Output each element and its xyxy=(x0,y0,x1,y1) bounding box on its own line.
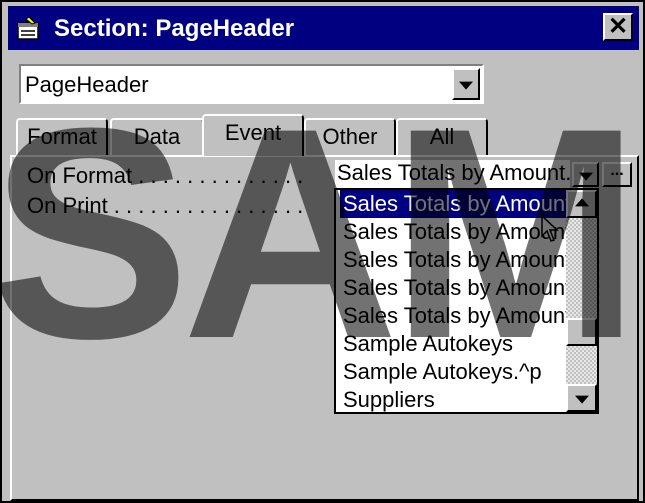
on-format-dropdown-button[interactable] xyxy=(572,162,599,187)
section-selector-value: PageHeader xyxy=(25,72,149,97)
list-item[interactable]: Sales Totals by Amount xyxy=(340,246,566,274)
builder-button[interactable]: ... xyxy=(602,162,632,187)
list-item[interactable]: Sample Autokeys xyxy=(340,330,566,358)
chevron-down-icon xyxy=(578,172,593,181)
tab-other-label: Other xyxy=(322,124,378,149)
on-format-field[interactable]: Sales Totals by Amount.Pa xyxy=(335,160,570,188)
window-title: Section: PageHeader xyxy=(54,15,295,42)
on-format-label: On Format . . . . . . . . . . . . . . xyxy=(27,163,304,188)
list-item[interactable]: Sales Totals by Amount xyxy=(340,302,566,330)
section-selector[interactable]: PageHeader xyxy=(19,64,484,104)
scrollbar-track[interactable] xyxy=(566,190,597,412)
list-item[interactable]: Sales Totals by Amount xyxy=(340,274,566,302)
scrollbar-thumb[interactable] xyxy=(566,318,597,346)
list-item[interactable]: Sales Totals by Amount xyxy=(340,218,566,246)
tab-all[interactable]: All xyxy=(396,118,488,156)
list-item[interactable]: Suppliers xyxy=(340,386,566,414)
properties-sheet-icon xyxy=(17,16,39,40)
chevron-up-icon xyxy=(574,198,589,207)
list-item[interactable]: Sales Totals by Amount xyxy=(340,190,566,218)
on-print-label: On Print . . . . . . . . . . . . . . . . xyxy=(27,193,304,218)
cursor-pointer-icon xyxy=(541,214,559,242)
tab-format[interactable]: Format xyxy=(16,118,108,156)
list-item[interactable]: Sample Autokeys.^p xyxy=(340,358,566,386)
tab-event-label: Event xyxy=(224,120,282,145)
chevron-down-icon xyxy=(574,395,589,404)
close-button[interactable]: ✕ xyxy=(603,13,633,41)
tab-other[interactable]: Other xyxy=(304,118,396,156)
tab-all-label: All xyxy=(429,124,455,149)
scroll-up-button[interactable] xyxy=(566,190,597,218)
tab-event[interactable]: Event xyxy=(202,114,304,156)
close-icon: ✕ xyxy=(607,13,629,40)
scroll-down-button[interactable] xyxy=(566,384,597,412)
chevron-down-icon xyxy=(459,81,473,90)
tab-data-label: Data xyxy=(133,124,181,149)
tab-data[interactable]: Data xyxy=(110,118,204,156)
tab-format-label: Format xyxy=(27,124,97,149)
section-selector-dropdown-button[interactable] xyxy=(452,68,480,100)
title-bar[interactable]: Section: PageHeader ✕ xyxy=(8,6,639,50)
properties-window: Section: PageHeader ✕ PageHeader Format … xyxy=(0,0,645,503)
